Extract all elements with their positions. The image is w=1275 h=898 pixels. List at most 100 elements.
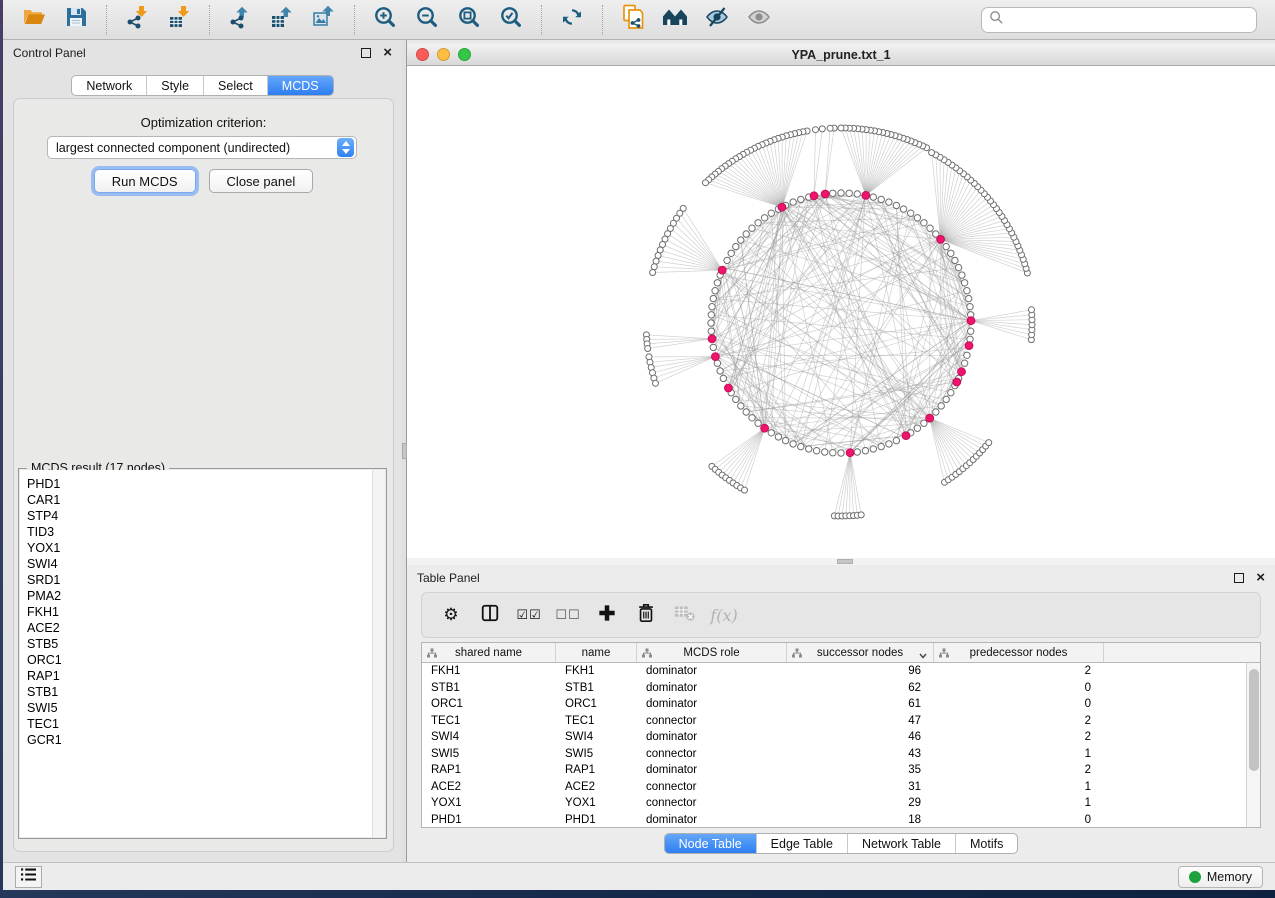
export-table-button[interactable] (261, 3, 303, 37)
mcds-result-item[interactable]: YOX1 (27, 540, 385, 556)
network-view[interactable] (407, 66, 1275, 558)
mcds-result-item[interactable]: GCR1 (27, 732, 385, 748)
save-session-button[interactable] (55, 3, 97, 37)
tab-style[interactable]: Style (146, 76, 203, 95)
create-column-button[interactable] (592, 600, 622, 630)
mcds-result-item[interactable]: STB1 (27, 684, 385, 700)
column-header-MCDS-role[interactable]: MCDS role (637, 643, 787, 662)
trash-icon (636, 602, 656, 629)
network-window-titlebar[interactable]: YPA_prune.txt_1 (407, 44, 1275, 66)
delete-column-button[interactable] (631, 600, 661, 630)
memory-label: Memory (1207, 870, 1252, 884)
mcds-result-item[interactable]: TID3 (27, 524, 385, 540)
table-row[interactable]: STB1STB1dominator620 (422, 680, 1260, 697)
mcds-result-item[interactable]: TEC1 (27, 716, 385, 732)
houses-button[interactable] (654, 3, 696, 37)
close-panel-button[interactable]: Close panel (209, 169, 314, 193)
copy-share-icon (621, 4, 645, 35)
float-panel-icon[interactable] (361, 48, 371, 58)
column-header-name[interactable]: name (556, 643, 637, 662)
save-icon (64, 5, 88, 34)
mcds-result-item[interactable]: ORC1 (27, 652, 385, 668)
table-row[interactable]: RAP1RAP1dominator352 (422, 762, 1260, 779)
search-input[interactable] (1010, 13, 1249, 27)
close-panel-icon[interactable]: × (383, 48, 392, 58)
mcds-result-item[interactable]: STB5 (27, 636, 385, 652)
table-settings-button[interactable]: ⚙ (436, 600, 466, 630)
tab-mcds[interactable]: MCDS (267, 76, 333, 95)
hierarchy-icon (939, 648, 949, 661)
import-network-button[interactable] (116, 3, 158, 37)
hide-details-button[interactable] (696, 3, 738, 37)
tab-select[interactable]: Select (203, 76, 267, 95)
open-file-button[interactable] (13, 3, 55, 37)
delete-table-icon (674, 603, 696, 628)
mcds-result-item[interactable]: STP4 (27, 508, 385, 524)
copy-network-button[interactable] (612, 3, 654, 37)
table-row[interactable]: ACE2ACE2connector311 (422, 779, 1260, 796)
toolbar-separator (541, 5, 542, 35)
table-row[interactable]: PHD1PHD1dominator180 (422, 812, 1260, 829)
control-tabs: NetworkStyleSelectMCDS (71, 75, 333, 96)
float-panel-icon[interactable] (1234, 573, 1244, 583)
mcds-result-item[interactable]: SRD1 (27, 572, 385, 588)
splitter-handle[interactable] (837, 559, 853, 564)
tab-edge-table[interactable]: Edge Table (756, 834, 847, 853)
tab-motifs[interactable]: Motifs (955, 834, 1017, 853)
tab-network-table[interactable]: Network Table (847, 834, 955, 853)
table-row[interactable]: YOX1YOX1connector291 (422, 795, 1260, 812)
mcds-result-item[interactable]: PMA2 (27, 588, 385, 604)
mcds-result-item[interactable]: SWI5 (27, 700, 385, 716)
show-panels-button[interactable] (15, 866, 42, 888)
memory-button[interactable]: Memory (1178, 866, 1263, 888)
table-header-row: shared namenameMCDS rolesuccessor nodesp… (422, 643, 1260, 663)
right-pane: YPA_prune.txt_1 Table Panel × ⚙ ☑☑ (407, 40, 1275, 862)
mcds-result-item[interactable]: CAR1 (27, 492, 385, 508)
zoom-selected-button[interactable] (490, 3, 532, 37)
show-columns-button[interactable] (475, 600, 505, 630)
mcds-result-item[interactable]: SWI4 (27, 556, 385, 572)
mcds-result-item[interactable]: FKH1 (27, 604, 385, 620)
mcds-result-item[interactable]: ACE2 (27, 620, 385, 636)
zoom-in-button[interactable] (364, 3, 406, 37)
table-scrollbar[interactable] (1246, 663, 1260, 827)
zoom-fit-button[interactable] (448, 3, 490, 37)
tab-network[interactable]: Network (72, 76, 146, 95)
chevron-down-icon[interactable] (919, 650, 927, 662)
mcds-result-item[interactable]: PHD1 (27, 476, 385, 492)
table-row[interactable]: FKH1FKH1dominator962 (422, 663, 1260, 680)
deselect-all-rows-button[interactable]: ☐☐ (553, 600, 583, 630)
horizontal-splitter[interactable] (407, 558, 1275, 565)
zoom-out-button[interactable] (406, 3, 448, 37)
mcds-result-group: MCDS result (17 nodes) PHD1CAR1STP4TID3Y… (18, 468, 387, 839)
column-header-shared-name[interactable]: shared name (422, 643, 556, 662)
table-row[interactable]: ORC1ORC1dominator610 (422, 696, 1260, 713)
export-image-button[interactable] (303, 3, 345, 37)
toolbar-separator (209, 5, 210, 35)
table-row[interactable]: SWI4SWI4dominator462 (422, 729, 1260, 746)
show-details-button[interactable] (738, 3, 780, 37)
table-row[interactable]: SWI5SWI5connector431 (422, 746, 1260, 763)
import-table-button[interactable] (158, 3, 200, 37)
tab-node-table[interactable]: Node Table (665, 834, 756, 853)
column-header-successor-nodes[interactable]: successor nodes (787, 643, 934, 662)
refresh-button[interactable] (551, 3, 593, 37)
plus-icon (598, 604, 616, 627)
scrollbar-thumb[interactable] (1249, 669, 1259, 771)
run-mcds-button[interactable]: Run MCDS (94, 169, 196, 193)
mcds-tab-body: Optimization criterion: largest connecte… (13, 98, 394, 852)
criterion-dropdown[interactable]: largest connected component (undirected) (47, 136, 357, 159)
mcds-result-item[interactable]: RAP1 (27, 668, 385, 684)
column-header-predecessor-nodes[interactable]: predecessor nodes (934, 643, 1104, 662)
close-panel-icon[interactable]: × (1256, 573, 1265, 583)
select-all-rows-button[interactable]: ☑☑ (514, 600, 544, 630)
checked-boxes-icon: ☑☑ (516, 608, 541, 623)
import-table-icon (167, 5, 191, 34)
result-list-scrollbar[interactable] (372, 470, 385, 837)
mcds-result-list[interactable]: PHD1CAR1STP4TID3YOX1SWI4SRD1PMA2FKH1ACE2… (20, 470, 385, 837)
dropdown-stepper-icon (337, 138, 354, 157)
fx-icon: f(x) (710, 606, 737, 625)
table-row[interactable]: TEC1TEC1connector472 (422, 713, 1260, 730)
search-box[interactable] (981, 7, 1257, 33)
export-network-button[interactable] (219, 3, 261, 37)
